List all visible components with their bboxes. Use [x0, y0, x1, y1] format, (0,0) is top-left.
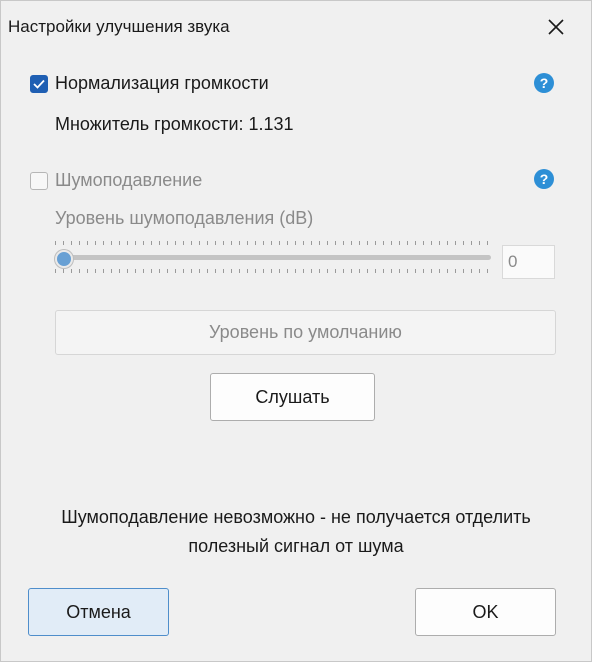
noise-reduction-checkbox-row[interactable]: Шумоподавление — [30, 170, 202, 191]
volume-multiplier-text: Множитель громкости: 1.131 — [55, 114, 294, 134]
noise-level-slider[interactable] — [55, 239, 495, 275]
status-line-2: полезный сигнал от шума — [188, 536, 404, 556]
noise-level-label: Уровень шумоподавления (dB) — [55, 208, 314, 228]
normalization-checkbox-row[interactable]: Нормализация громкости — [30, 73, 269, 94]
window-title: Настройки улучшения звука — [8, 17, 230, 36]
listen-button[interactable]: Слушать — [210, 373, 375, 421]
status-message: Шумоподавление невозможно - не получаетс… — [1, 503, 591, 561]
close-button[interactable] — [541, 13, 571, 41]
normalization-help-icon[interactable]: ? — [534, 73, 554, 93]
cancel-button[interactable]: Отмена — [28, 588, 169, 636]
status-line-1: Шумоподавление невозможно - не получаетс… — [61, 507, 531, 527]
slider-ticks-bottom — [55, 269, 495, 273]
normalization-label: Нормализация громкости — [55, 73, 269, 93]
dialog-window: Настройки улучшения звука Нормализация г… — [0, 0, 592, 662]
ok-button[interactable]: OK — [415, 588, 556, 636]
slider-ticks-top — [55, 241, 495, 245]
slider-thumb[interactable] — [55, 250, 73, 268]
noise-reduction-label: Шумоподавление — [55, 170, 203, 190]
slider-track — [58, 255, 491, 260]
title-bar: Настройки улучшения звука — [1, 1, 591, 51]
default-level-button[interactable]: Уровень по умолчанию — [55, 310, 556, 355]
close-icon — [548, 19, 564, 35]
noise-reduction-help-icon[interactable]: ? — [534, 169, 554, 189]
checkmark-icon — [33, 79, 45, 89]
normalization-checkbox[interactable] — [30, 74, 48, 93]
noise-level-input[interactable] — [502, 245, 555, 279]
noise-reduction-checkbox[interactable] — [30, 171, 48, 190]
